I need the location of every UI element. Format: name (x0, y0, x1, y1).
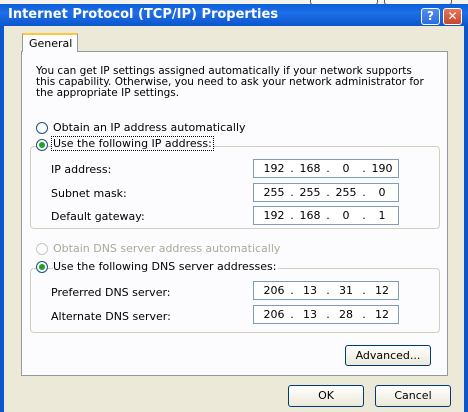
subnet-octet: 255 (335, 186, 357, 199)
obtain-ip-auto-text: Obtain an IP address automatically (53, 121, 246, 134)
subnet-mask-field[interactable]: 255. 255. 255. 0 (253, 183, 399, 202)
tab-general[interactable]: General (22, 33, 78, 52)
alternate-dns-field[interactable]: 206. 13. 28. 12 (253, 305, 399, 324)
gateway-octet: 168 (299, 209, 321, 222)
help-icon[interactable]: ? (421, 8, 440, 25)
dns-octet: 13 (303, 308, 317, 321)
default-gateway-label: Default gateway: (51, 210, 145, 223)
dns-octet: 12 (375, 284, 389, 297)
use-following-ip-radio[interactable] (36, 139, 48, 151)
dns-octet: 12 (375, 308, 389, 321)
gateway-octet: 0 (342, 209, 350, 222)
ip-octet: 192 (263, 162, 285, 175)
ip-address-field[interactable]: 192. 168. 0. 190 (253, 159, 399, 178)
ip-octet: 168 (299, 162, 321, 175)
window-frame-left (0, 26, 4, 412)
ip-address-label: IP address: (51, 163, 112, 176)
dns-octet: 28 (339, 308, 353, 321)
use-following-ip-text: Use the following IP address: (51, 136, 214, 151)
use-following-dns-label[interactable]: Use the following DNS server addresses: (53, 260, 279, 273)
intro-text: You can get IP settings assigned automat… (36, 66, 436, 99)
dns-octet: 13 (303, 284, 317, 297)
obtain-ip-auto-label[interactable]: Obtain an IP address automatically (53, 121, 246, 134)
dns-octet: 31 (339, 284, 353, 297)
obtain-dns-auto-radio[interactable] (36, 243, 48, 255)
subnet-octet: 255 (263, 186, 285, 199)
window-title: Internet Protocol (TCP/IP) Properties (8, 7, 279, 22)
subnet-mask-label: Subnet mask: (51, 187, 127, 200)
title-bar[interactable]: Internet Protocol (TCP/IP) Properties ? … (0, 4, 468, 26)
preferred-dns-label: Preferred DNS server: (51, 286, 171, 299)
advanced-button[interactable]: Advanced... (345, 345, 431, 366)
preferred-dns-field[interactable]: 206. 13. 31. 12 (253, 281, 399, 300)
ip-octet: 190 (371, 162, 393, 175)
dns-octet: 206 (263, 284, 285, 297)
ok-button[interactable]: OK (288, 385, 364, 407)
tab-general-label: General (29, 37, 73, 50)
gateway-octet: 1 (378, 209, 386, 222)
default-gateway-field[interactable]: 192. 168. 0. 1 (253, 206, 399, 225)
obtain-ip-auto-radio[interactable] (36, 122, 48, 134)
close-icon[interactable]: ✕ (443, 8, 462, 25)
subnet-octet: 255 (299, 186, 321, 199)
subnet-octet: 0 (378, 186, 386, 199)
obtain-dns-auto-label[interactable]: Obtain DNS server address automatically (53, 242, 280, 255)
alternate-dns-label: Alternate DNS server: (51, 310, 171, 323)
dns-octet: 206 (263, 308, 285, 321)
window-frame-right (464, 26, 468, 412)
gateway-octet: 192 (263, 209, 285, 222)
ip-octet: 0 (342, 162, 350, 175)
use-following-dns-radio[interactable] (36, 261, 48, 273)
use-following-ip-label[interactable]: Use the following IP address: (51, 136, 214, 151)
intro-line: the appropriate IP settings. (36, 87, 180, 99)
cancel-button[interactable]: Cancel (375, 385, 451, 407)
